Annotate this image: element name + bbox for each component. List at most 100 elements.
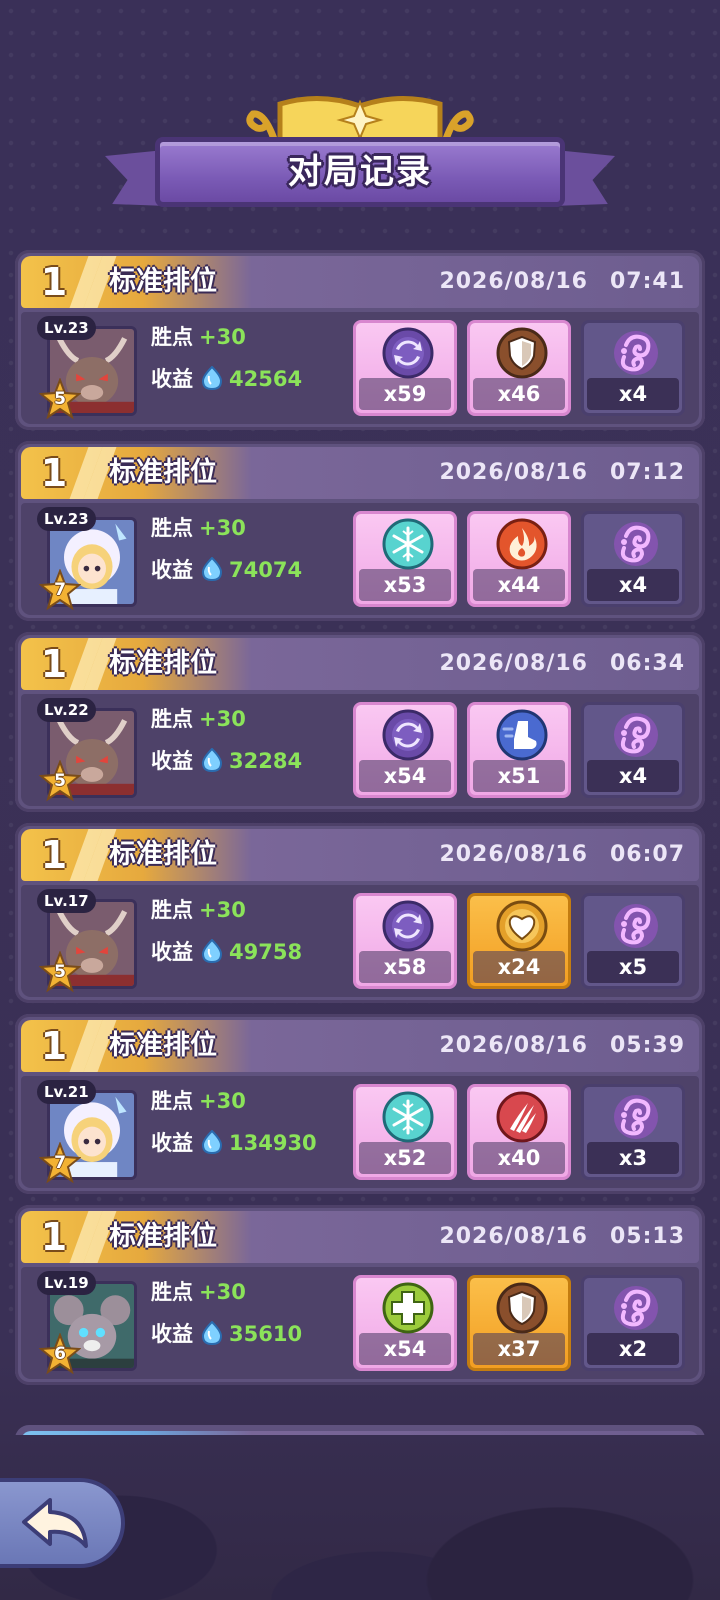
crystal-icon: [201, 366, 223, 390]
reward-item[interactable]: x4: [581, 702, 685, 798]
income-row: 收益 134930: [151, 1126, 317, 1160]
income-label: 收益: [151, 749, 193, 773]
reward-count: x58: [359, 951, 451, 983]
points-value: +30: [199, 1089, 246, 1113]
reward-item[interactable]: x4: [581, 511, 685, 607]
cycle-orb-icon: [382, 327, 434, 379]
points-label: 胜点: [151, 1089, 193, 1113]
reward-item[interactable]: x5: [581, 893, 685, 989]
record-body: Lv.23 7 胜点 +30 收益 74074 x53 x44 x4: [21, 503, 699, 615]
hero-level-badge: Lv.23: [37, 316, 96, 340]
reward-count: x24: [473, 951, 565, 983]
star-count: 5: [54, 389, 66, 409]
points-label: 胜点: [151, 707, 193, 731]
reward-count: x46: [473, 378, 565, 410]
record-card[interactable]: 1 标准排位 2026/08/16 05:13 Lv.19 6 胜点 +30 收益 35610 x5…: [15, 1205, 705, 1385]
points-row: 胜点 +30: [151, 320, 246, 354]
record-card[interactable]: 1 标准排位 2026/08/16 05:39 Lv.21 7 胜点 +30 收益 134930 x…: [15, 1014, 705, 1194]
back-button[interactable]: [0, 1478, 125, 1568]
crystal-icon: [201, 557, 223, 581]
reward-count: x53: [359, 569, 451, 601]
reward-item[interactable]: x53: [353, 511, 457, 607]
record-datetime: 2026/08/16 06:34: [439, 638, 685, 690]
record-card[interactable]: 1 标准排位 2026/08/16 06:34 Lv.22 5 胜点 +30 收益 32284 x5…: [15, 632, 705, 812]
reward-item[interactable]: x44: [467, 511, 571, 607]
hero-level-badge: Lv.23: [37, 507, 96, 531]
points-label: 胜点: [151, 325, 193, 349]
record-datetime: 2026/08/16 05:13: [439, 1211, 685, 1263]
income-value: 35610: [229, 1322, 303, 1346]
points-row: 胜点 +30: [151, 511, 246, 545]
record-time: 06:34: [609, 651, 685, 676]
record-card-partial[interactable]: [15, 1425, 705, 1435]
purple-swirl-icon: [614, 331, 658, 375]
record-time: 05:13: [609, 1224, 685, 1249]
income-row: 收益 42564: [151, 362, 302, 396]
record-time: 07:12: [609, 460, 685, 485]
reward-item[interactable]: x58: [353, 893, 457, 989]
back-arrow-icon: [22, 1498, 88, 1548]
star-count: 5: [54, 962, 66, 982]
income-row: 收益 49758: [151, 935, 302, 969]
hero-level-badge: Lv.19: [37, 1271, 96, 1295]
reward-item[interactable]: x59: [353, 320, 457, 416]
record-date: 2026/08/16: [439, 1224, 588, 1249]
mode-label: 标准排位: [109, 1030, 217, 1061]
reward-count: x2: [587, 1333, 679, 1365]
snowflake-orb-icon: [382, 1091, 434, 1143]
reward-count: x3: [587, 1142, 679, 1174]
reward-item[interactable]: x54: [353, 702, 457, 798]
mode-label: 标准排位: [109, 457, 217, 488]
reward-item[interactable]: x46: [467, 320, 571, 416]
points-label: 胜点: [151, 1280, 193, 1304]
income-value: 42564: [229, 367, 303, 391]
star-count: 6: [54, 1344, 66, 1364]
purple-swirl-icon: [614, 904, 658, 948]
reward-item[interactable]: x54: [353, 1275, 457, 1371]
star-count: 7: [54, 580, 66, 600]
rank-number: 1: [40, 833, 68, 877]
income-value: 32284: [229, 749, 303, 773]
income-value: 134930: [229, 1131, 317, 1155]
hero-level-badge: Lv.17: [37, 889, 96, 913]
record-card[interactable]: 1 标准排位 2026/08/16 07:41 Lv.23 5 胜点 +30 收益 42564 x5…: [15, 250, 705, 430]
record-card[interactable]: 1 标准排位 2026/08/16 06:07 Lv.17 5 胜点 +30 收益 49758 x5…: [15, 823, 705, 1003]
reward-item[interactable]: x51: [467, 702, 571, 798]
star-count: 5: [54, 771, 66, 791]
record-date: 2026/08/16: [439, 460, 588, 485]
reward-item[interactable]: x4: [581, 320, 685, 416]
points-value: +30: [199, 325, 246, 349]
snowflake-orb-icon: [382, 518, 434, 570]
income-label: 收益: [151, 1322, 193, 1346]
points-row: 胜点 +30: [151, 702, 246, 736]
record-card[interactable]: 1 标准排位 2026/08/16 07:12 Lv.23 7 胜点 +30 收益 74074 x5…: [15, 441, 705, 621]
record-header: 1 标准排位 2026/08/16 07:12: [21, 447, 699, 499]
reward-item[interactable]: x2: [581, 1275, 685, 1371]
points-value: +30: [199, 707, 246, 731]
income-value: 74074: [229, 558, 303, 582]
reward-item[interactable]: x3: [581, 1084, 685, 1180]
rank-number: 1: [40, 1024, 68, 1068]
income-label: 收益: [151, 1131, 193, 1155]
reward-item[interactable]: x40: [467, 1084, 571, 1180]
crystal-icon: [201, 748, 223, 772]
income-row: 收益 32284: [151, 744, 302, 778]
reward-count: x44: [473, 569, 565, 601]
flame-orb-icon: [496, 518, 548, 570]
reward-count: x54: [359, 760, 451, 792]
mode-label: 标准排位: [109, 839, 217, 870]
income-label: 收益: [151, 558, 193, 582]
reward-item[interactable]: x24: [467, 893, 571, 989]
purple-swirl-icon: [614, 713, 658, 757]
income-label: 收益: [151, 940, 193, 964]
record-datetime: 2026/08/16 07:12: [439, 447, 685, 499]
reward-item[interactable]: x52: [353, 1084, 457, 1180]
reward-count: x4: [587, 569, 679, 601]
record-date: 2026/08/16: [439, 842, 588, 867]
hero-level-badge: Lv.22: [37, 698, 96, 722]
reward-count: x4: [587, 760, 679, 792]
records-list[interactable]: 1 标准排位 2026/08/16 07:41 Lv.23 5 胜点 +30 收益 42564 x5…: [15, 250, 705, 1435]
crystal-icon: [201, 939, 223, 963]
reward-item[interactable]: x37: [467, 1275, 571, 1371]
cross-orb-icon: [382, 1282, 434, 1334]
